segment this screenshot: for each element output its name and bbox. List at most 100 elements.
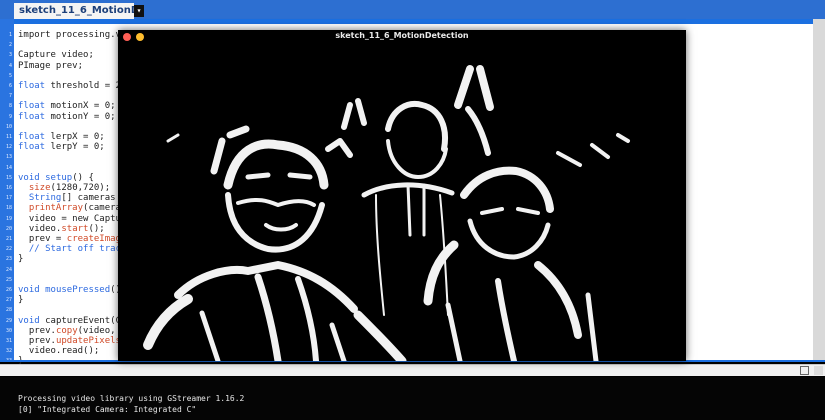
code-line[interactable]: prev.updatePixels() bbox=[18, 336, 132, 346]
tab-sketch[interactable]: sketch_11_6_MotionDetection bbox=[14, 3, 134, 19]
code-token: video = new Capture bbox=[18, 213, 132, 224]
editor-tab-bar: sketch_11_6_MotionDetection ▾ bbox=[0, 0, 825, 19]
line-number: 11 bbox=[5, 134, 12, 140]
line-number: 12 bbox=[5, 144, 12, 151]
code-token: float bbox=[18, 132, 46, 142]
code-token: mousePressed bbox=[39, 285, 111, 295]
sketch-window-titlebar[interactable]: sketch_11_6_MotionDetection bbox=[118, 30, 686, 45]
line-number: 29 bbox=[5, 317, 12, 324]
code-token: import processing.vid bbox=[18, 30, 132, 40]
code-token: video.read(); bbox=[18, 346, 100, 357]
code-line[interactable]: PImage prev; bbox=[18, 61, 83, 71]
code-token: copy bbox=[55, 325, 78, 336]
line-number: 22 bbox=[5, 246, 12, 253]
code-line[interactable]: float motionY = 0; bbox=[18, 112, 116, 122]
code-token: prev = bbox=[18, 234, 67, 244]
code-token: void bbox=[18, 315, 40, 326]
code-line[interactable]: String[] cameras = bbox=[18, 193, 132, 203]
code-token: Capture video; bbox=[18, 50, 94, 61]
tab-menu-arrow-icon[interactable]: ▾ bbox=[134, 5, 144, 17]
line-number: 2 bbox=[8, 42, 12, 49]
code-token: String bbox=[18, 193, 62, 204]
code-token: // Start off tracki bbox=[18, 244, 132, 255]
line-number: 26 bbox=[5, 287, 12, 293]
line-number: 16 bbox=[5, 185, 12, 191]
line-number: 15 bbox=[5, 174, 12, 181]
code-token: PImage prev; bbox=[18, 60, 84, 71]
sketch-window: sketch_11_6_MotionDetection bbox=[118, 30, 686, 366]
code-token: float bbox=[18, 111, 46, 122]
code-line[interactable]: void setup() { bbox=[18, 173, 94, 183]
code-token: motionY = 0; bbox=[45, 111, 116, 122]
console-header bbox=[0, 364, 825, 376]
code-token: video. bbox=[18, 223, 62, 234]
code-token: updatePixels bbox=[55, 336, 121, 346]
code-token: lerpY = 0; bbox=[45, 142, 105, 153]
code-line[interactable]: printArray(cameras) bbox=[18, 203, 132, 213]
line-number: 32 bbox=[5, 348, 12, 355]
line-number: 20 bbox=[5, 225, 12, 232]
code-token: prev. bbox=[18, 336, 56, 346]
sketch-window-title: sketch_11_6_MotionDetection bbox=[335, 31, 469, 40]
line-number: 24 bbox=[5, 266, 12, 273]
code-line[interactable]: prev.copy(video, 0, bbox=[18, 326, 132, 336]
code-line[interactable]: void mousePressed() { bbox=[18, 285, 132, 295]
line-number: 28 bbox=[5, 307, 12, 314]
editor-scrollbar[interactable] bbox=[813, 19, 825, 362]
code-token: () { bbox=[72, 172, 94, 183]
console-scroll-icon[interactable] bbox=[814, 366, 823, 375]
code-token: (1280,720); bbox=[50, 183, 111, 193]
console-toggle-icon[interactable] bbox=[800, 366, 809, 375]
code-line[interactable]: video.start(); bbox=[18, 224, 105, 234]
line-number: 21 bbox=[5, 236, 12, 242]
code-line[interactable]: } bbox=[18, 295, 23, 305]
code-token: void bbox=[18, 285, 40, 295]
code-line[interactable]: video = new Capture bbox=[18, 214, 132, 224]
console-line: [0] "Integrated Camera: Integrated C" bbox=[18, 405, 197, 414]
line-number: 5 bbox=[8, 72, 12, 79]
line-number: 1 bbox=[8, 32, 12, 38]
code-token: (); bbox=[88, 223, 105, 234]
console-line: Processing video library using GStreamer… bbox=[18, 394, 245, 403]
code-line[interactable]: // Start off tracki bbox=[18, 244, 132, 254]
code-token: lerpX = 0; bbox=[45, 132, 105, 142]
code-token: void bbox=[18, 172, 40, 183]
line-number: 3 bbox=[8, 52, 12, 59]
line-number: 30 bbox=[5, 327, 12, 334]
line-number: 6 bbox=[8, 83, 12, 89]
line-number: 19 bbox=[5, 215, 12, 222]
line-number: 10 bbox=[5, 123, 12, 130]
code-line[interactable]: float lerpY = 0; bbox=[18, 142, 105, 152]
line-number: 18 bbox=[5, 205, 12, 212]
line-number: 4 bbox=[8, 62, 12, 69]
line-number: 27 bbox=[5, 297, 12, 304]
code-token: float bbox=[18, 81, 46, 91]
code-line[interactable]: float lerpX = 0; bbox=[18, 132, 105, 142]
code-line[interactable]: float threshold = 25; bbox=[18, 81, 132, 91]
line-number: 9 bbox=[8, 113, 12, 120]
code-line[interactable]: prev = createImage( bbox=[18, 234, 132, 244]
code-line[interactable]: video.read(); bbox=[18, 346, 99, 356]
code-line[interactable]: float motionX = 0; bbox=[18, 101, 116, 111]
line-number: 17 bbox=[5, 195, 12, 202]
code-token: prev. bbox=[18, 325, 56, 336]
line-number: 8 bbox=[8, 103, 12, 110]
console: Processing video library using GStreamer… bbox=[0, 377, 825, 420]
code-line[interactable]: Capture video; bbox=[18, 50, 94, 60]
code-line[interactable]: size(1280,720); bbox=[18, 183, 110, 193]
line-number: 7 bbox=[8, 93, 12, 100]
code-token: } bbox=[18, 254, 24, 265]
code-line[interactable]: } bbox=[18, 254, 23, 264]
motion-detection-canvas[interactable] bbox=[118, 45, 686, 366]
code-token: float bbox=[18, 101, 46, 112]
line-number: 23 bbox=[5, 256, 12, 263]
code-line[interactable]: import processing.vid bbox=[18, 30, 132, 40]
code-token: } bbox=[18, 295, 24, 306]
code-token: motionX = 0; bbox=[45, 101, 116, 112]
line-number: 13 bbox=[5, 154, 12, 161]
code-token: size bbox=[18, 183, 51, 193]
code-token: start bbox=[61, 223, 89, 234]
line-number: 31 bbox=[5, 338, 12, 344]
motion-frame-image bbox=[118, 45, 686, 366]
line-number: 25 bbox=[5, 276, 12, 283]
